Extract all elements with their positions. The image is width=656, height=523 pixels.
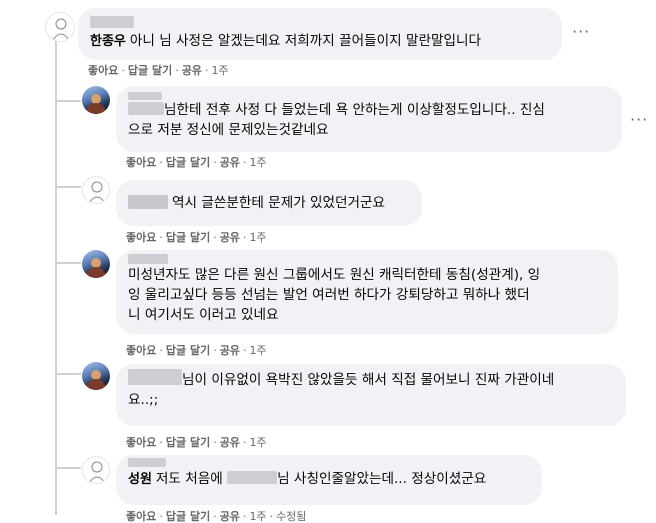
comment-author[interactable]: 성원 xyxy=(128,472,152,487)
reply-button[interactable]: 답글 달기 xyxy=(166,156,210,169)
comment-actions: 좋아요 · 답글 달기 · 공유 · 1주 xyxy=(126,344,267,357)
like-button[interactable]: 좋아요 xyxy=(126,436,156,449)
reply-button[interactable]: 답글 달기 xyxy=(166,231,210,244)
comment-text: 님이 이유없이 욕박진 않았을듯 해서 직접 물어보니 진짜 가관이네 xyxy=(182,372,555,388)
comment-text: 잉 울리고싶다 등등 선넘는 발언 여러번 하다가 강퇴당하고 뭐하나 했더 xyxy=(128,287,530,303)
blurred-name xyxy=(128,195,168,209)
comment-bubble: 님한테 전후 사정 다 들었는데 욕 안하는게 이상할정도입니다.. 진심 으로… xyxy=(116,86,622,152)
comment-author[interactable]: 한종우 xyxy=(90,34,126,49)
thread-branch xyxy=(55,186,81,188)
edited-label: 수정됨 xyxy=(276,510,307,523)
reply-button[interactable]: 답글 달기 xyxy=(166,344,210,357)
like-button[interactable]: 좋아요 xyxy=(126,231,156,244)
comment-actions: 좋아요 · 답글 달기 · 공유 · 1주 xyxy=(126,156,267,169)
avatar[interactable] xyxy=(82,176,110,204)
comment-text: 니 여기서도 이러고 있네요 xyxy=(128,307,279,323)
like-button[interactable]: 좋아요 xyxy=(126,344,156,357)
thread-branch xyxy=(55,373,81,375)
share-button[interactable]: 공유 xyxy=(220,231,240,244)
avatar[interactable] xyxy=(82,456,110,484)
avatar[interactable] xyxy=(82,362,110,390)
comment-time[interactable]: 1주 xyxy=(249,436,266,449)
user-sketch-icon xyxy=(88,181,106,203)
thread-branch xyxy=(55,100,81,102)
thread-line xyxy=(55,40,57,515)
comment-text: 요..;; xyxy=(128,392,159,408)
avatar[interactable] xyxy=(82,250,110,278)
blurred-mention xyxy=(227,471,278,484)
comment-actions: 좋아요 · 답글 달기 · 공유 · 1주 xyxy=(126,231,267,244)
share-button[interactable]: 공유 xyxy=(220,344,240,357)
reply-button[interactable]: 답글 달기 xyxy=(128,64,172,77)
comment-text: 역시 글쓴분한테 문제가 있었던거군요 xyxy=(172,195,386,211)
comment-time[interactable]: 1주 xyxy=(249,156,266,169)
blurred-name xyxy=(128,254,168,264)
comment-time[interactable]: 1주 xyxy=(249,510,266,523)
avatar[interactable] xyxy=(45,12,75,42)
reply-button[interactable]: 답글 달기 xyxy=(166,436,210,449)
comment-text: 님한테 전후 사정 다 들었는데 욕 안하는게 이상할정도입니다.. 진심 xyxy=(164,102,545,118)
like-button[interactable]: 좋아요 xyxy=(88,64,118,77)
avatar[interactable] xyxy=(82,86,110,114)
more-options-icon[interactable]: ··· xyxy=(630,110,648,129)
comment-actions: 좋아요 · 답글 달기 · 공유 · 1주 xyxy=(126,436,267,449)
comment-bubble: 미성년자도 많은 다른 원신 그룹에서도 원신 캐릭터한테 동침(성관계), 잉… xyxy=(116,250,618,334)
comment-bubble: 님이 이유없이 욕박진 않았을듯 해서 직접 물어보니 진짜 가관이네 요..;… xyxy=(116,364,626,426)
share-button[interactable]: 공유 xyxy=(220,436,240,449)
blurred-name xyxy=(128,458,166,467)
blurred-name xyxy=(128,92,162,100)
comment-text: 님 사칭인줄알았는데... 정상이셨군요 xyxy=(277,471,487,487)
comment-actions: 좋아요 · 답글 달기 · 공유 · 1주 · 수정됨 xyxy=(126,510,307,523)
reply-button[interactable]: 답글 달기 xyxy=(166,510,210,523)
blurred-mention xyxy=(128,369,182,385)
comment-bubble: 역시 글쓴분한테 문제가 있었던거군요 xyxy=(116,180,422,226)
thread-branch xyxy=(55,467,81,469)
comment-time[interactable]: 1주 xyxy=(211,64,228,77)
comment-bubble: 한종우 아니 님 사정은 알겠는데요 저희까지 끌어들이지 말란말입니다 xyxy=(78,8,562,60)
comment-text: 아니 님 사정은 알겠는데요 저희까지 끌어들이지 말란말입니다 xyxy=(129,33,481,49)
user-sketch-icon xyxy=(88,461,106,483)
comment-text: 저도 처음에 xyxy=(155,471,223,487)
thread-branch xyxy=(55,262,81,264)
comment-text: 미성년자도 많은 다른 원신 그룹에서도 원신 캐릭터한테 동침(성관계), 잉 xyxy=(128,267,541,283)
more-options-icon[interactable]: ··· xyxy=(572,22,590,41)
blurred-mention xyxy=(128,102,164,115)
user-sketch-icon xyxy=(52,18,70,41)
share-button[interactable]: 공유 xyxy=(220,156,240,169)
comment-text: 으로 저분 정신에 문제있는것같네요 xyxy=(128,122,329,138)
blurred-name xyxy=(90,16,134,28)
comment-time[interactable]: 1주 xyxy=(249,344,266,357)
comment-actions: 좋아요 · 답글 달기 · 공유 · 1주 xyxy=(88,64,229,77)
share-button[interactable]: 공유 xyxy=(220,510,240,523)
comment-bubble: 성원 저도 처음에 님 사칭인줄알았는데... 정상이셨군요 xyxy=(116,455,542,505)
like-button[interactable]: 좋아요 xyxy=(126,156,156,169)
comment-time[interactable]: 1주 xyxy=(249,231,266,244)
like-button[interactable]: 좋아요 xyxy=(126,510,156,523)
share-button[interactable]: 공유 xyxy=(182,64,202,77)
